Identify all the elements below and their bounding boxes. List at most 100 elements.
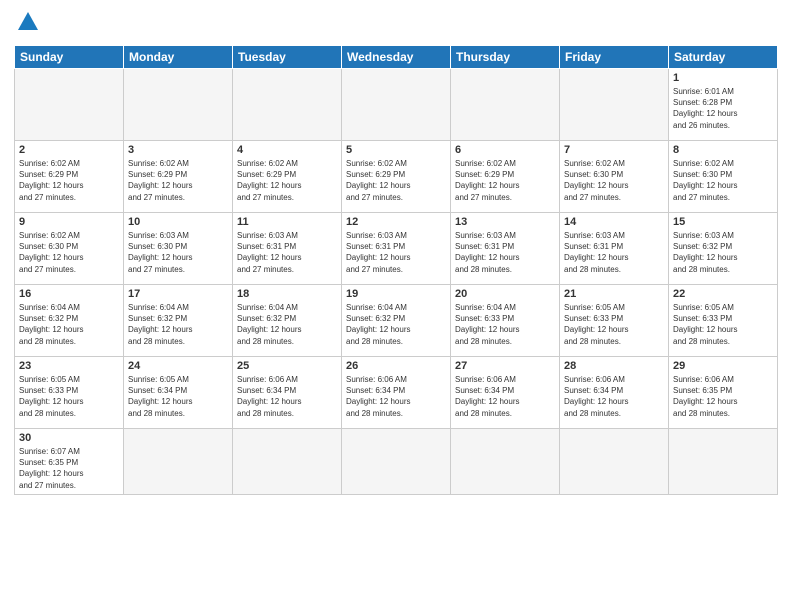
day-info: Sunrise: 6:05 AM Sunset: 6:33 PM Dayligh… <box>673 302 773 347</box>
calendar-cell <box>124 69 233 141</box>
col-header-friday: Friday <box>560 46 669 69</box>
day-info: Sunrise: 6:02 AM Sunset: 6:30 PM Dayligh… <box>564 158 664 203</box>
calendar-cell <box>560 69 669 141</box>
day-number: 8 <box>673 144 773 156</box>
day-info: Sunrise: 6:03 AM Sunset: 6:31 PM Dayligh… <box>564 230 664 275</box>
day-number: 18 <box>237 288 337 300</box>
day-number: 15 <box>673 216 773 228</box>
day-info: Sunrise: 6:04 AM Sunset: 6:32 PM Dayligh… <box>237 302 337 347</box>
day-info: Sunrise: 6:01 AM Sunset: 6:28 PM Dayligh… <box>673 86 773 131</box>
day-number: 24 <box>128 360 228 372</box>
day-info: Sunrise: 6:03 AM Sunset: 6:31 PM Dayligh… <box>346 230 446 275</box>
day-number: 25 <box>237 360 337 372</box>
day-info: Sunrise: 6:02 AM Sunset: 6:29 PM Dayligh… <box>128 158 228 203</box>
day-info: Sunrise: 6:02 AM Sunset: 6:29 PM Dayligh… <box>237 158 337 203</box>
calendar-cell <box>15 69 124 141</box>
day-info: Sunrise: 6:06 AM Sunset: 6:34 PM Dayligh… <box>564 374 664 419</box>
calendar-cell: 8Sunrise: 6:02 AM Sunset: 6:30 PM Daylig… <box>669 141 778 213</box>
calendar-cell: 13 Sunrise: 6:03 AM Sunset: 6:31 PM Dayli… <box>451 213 560 285</box>
calendar-cell <box>560 429 669 495</box>
calendar-cell <box>669 429 778 495</box>
day-number: 6 <box>455 144 555 156</box>
day-info: Sunrise: 6:04 AM Sunset: 6:33 PM Dayligh… <box>455 302 555 347</box>
calendar-cell: 11 Sunrise: 6:03 AM Sunset: 6:31 PM Dayli… <box>233 213 342 285</box>
calendar-week-row: 2 Sunrise: 6:02 AM Sunset: 6:29 PM Daylig… <box>15 141 778 213</box>
calendar-cell: 24Sunrise: 6:05 AM Sunset: 6:34 PM Dayli… <box>124 357 233 429</box>
calendar-week-row: 30 Sunrise: 6:07 AM Sunset: 6:35 PM Dayli… <box>15 429 778 495</box>
calendar-cell: 15Sunrise: 6:03 AM Sunset: 6:32 PM Dayli… <box>669 213 778 285</box>
calendar-cell: 20 Sunrise: 6:04 AM Sunset: 6:33 PM Dayli… <box>451 285 560 357</box>
calendar-cell: 21 Sunrise: 6:05 AM Sunset: 6:33 PM Dayli… <box>560 285 669 357</box>
day-info: Sunrise: 6:02 AM Sunset: 6:29 PM Dayligh… <box>346 158 446 203</box>
calendar-cell: 28 Sunrise: 6:06 AM Sunset: 6:34 PM Dayli… <box>560 357 669 429</box>
day-number: 3 <box>128 144 228 156</box>
calendar-week-row: 23 Sunrise: 6:05 AM Sunset: 6:33 PM Dayli… <box>15 357 778 429</box>
day-info: Sunrise: 6:06 AM Sunset: 6:34 PM Dayligh… <box>455 374 555 419</box>
day-number: 11 <box>237 216 337 228</box>
day-info: Sunrise: 6:04 AM Sunset: 6:32 PM Dayligh… <box>128 302 228 347</box>
day-number: 23 <box>19 360 119 372</box>
header <box>14 10 778 39</box>
day-number: 20 <box>455 288 555 300</box>
calendar-cell: 18 Sunrise: 6:04 AM Sunset: 6:32 PM Dayli… <box>233 285 342 357</box>
day-number: 17 <box>128 288 228 300</box>
calendar-cell: 2 Sunrise: 6:02 AM Sunset: 6:29 PM Daylig… <box>15 141 124 213</box>
calendar-cell: 3 Sunrise: 6:02 AM Sunset: 6:29 PM Daylig… <box>124 141 233 213</box>
calendar-header-row: SundayMondayTuesdayWednesdayThursdayFrid… <box>15 46 778 69</box>
calendar-cell: 22 Sunrise: 6:05 AM Sunset: 6:33 PM Dayli… <box>669 285 778 357</box>
calendar-cell: 19 Sunrise: 6:04 AM Sunset: 6:32 PM Dayli… <box>342 285 451 357</box>
calendar-cell: 27 Sunrise: 6:06 AM Sunset: 6:34 PM Dayli… <box>451 357 560 429</box>
day-number: 1 <box>673 72 773 84</box>
calendar-cell: 23 Sunrise: 6:05 AM Sunset: 6:33 PM Dayli… <box>15 357 124 429</box>
calendar-cell: 5 Sunrise: 6:02 AM Sunset: 6:29 PM Daylig… <box>342 141 451 213</box>
calendar-cell: 12 Sunrise: 6:03 AM Sunset: 6:31 PM Dayli… <box>342 213 451 285</box>
day-info: Sunrise: 6:02 AM Sunset: 6:30 PM Dayligh… <box>19 230 119 275</box>
day-info: Sunrise: 6:04 AM Sunset: 6:32 PM Dayligh… <box>346 302 446 347</box>
day-info: Sunrise: 6:03 AM Sunset: 6:31 PM Dayligh… <box>455 230 555 275</box>
day-number: 13 <box>455 216 555 228</box>
col-header-saturday: Saturday <box>669 46 778 69</box>
day-number: 2 <box>19 144 119 156</box>
calendar-page: SundayMondayTuesdayWednesdayThursdayFrid… <box>0 0 792 612</box>
calendar-cell: 14 Sunrise: 6:03 AM Sunset: 6:31 PM Dayli… <box>560 213 669 285</box>
day-info: Sunrise: 6:02 AM Sunset: 6:29 PM Dayligh… <box>19 158 119 203</box>
day-info: Sunrise: 6:05 AM Sunset: 6:33 PM Dayligh… <box>564 302 664 347</box>
logo-chevron-icon <box>17 10 39 37</box>
calendar-cell: 10Sunrise: 6:03 AM Sunset: 6:30 PM Dayli… <box>124 213 233 285</box>
calendar-cell <box>451 69 560 141</box>
calendar-cell: 25Sunrise: 6:06 AM Sunset: 6:34 PM Dayli… <box>233 357 342 429</box>
day-number: 16 <box>19 288 119 300</box>
calendar-week-row: 1 Sunrise: 6:01 AM Sunset: 6:28 PM Daylig… <box>15 69 778 141</box>
day-number: 19 <box>346 288 446 300</box>
calendar-cell: 29 Sunrise: 6:06 AM Sunset: 6:35 PM Dayli… <box>669 357 778 429</box>
day-number: 14 <box>564 216 664 228</box>
day-number: 28 <box>564 360 664 372</box>
calendar-cell: 30 Sunrise: 6:07 AM Sunset: 6:35 PM Dayli… <box>15 429 124 495</box>
calendar-cell: 26Sunrise: 6:06 AM Sunset: 6:34 PM Dayli… <box>342 357 451 429</box>
day-number: 4 <box>237 144 337 156</box>
calendar-cell <box>451 429 560 495</box>
day-info: Sunrise: 6:07 AM Sunset: 6:35 PM Dayligh… <box>19 446 119 491</box>
calendar-cell: 6 Sunrise: 6:02 AM Sunset: 6:29 PM Daylig… <box>451 141 560 213</box>
day-number: 29 <box>673 360 773 372</box>
day-number: 9 <box>19 216 119 228</box>
calendar-cell: 1 Sunrise: 6:01 AM Sunset: 6:28 PM Daylig… <box>669 69 778 141</box>
day-info: Sunrise: 6:02 AM Sunset: 6:29 PM Dayligh… <box>455 158 555 203</box>
calendar-cell: 16 Sunrise: 6:04 AM Sunset: 6:32 PM Dayli… <box>15 285 124 357</box>
col-header-tuesday: Tuesday <box>233 46 342 69</box>
day-number: 12 <box>346 216 446 228</box>
day-info: Sunrise: 6:06 AM Sunset: 6:35 PM Dayligh… <box>673 374 773 419</box>
day-info: Sunrise: 6:05 AM Sunset: 6:33 PM Dayligh… <box>19 374 119 419</box>
calendar-cell <box>342 69 451 141</box>
day-number: 27 <box>455 360 555 372</box>
day-number: 21 <box>564 288 664 300</box>
day-number: 7 <box>564 144 664 156</box>
day-number: 30 <box>19 432 119 444</box>
calendar-week-row: 16 Sunrise: 6:04 AM Sunset: 6:32 PM Dayli… <box>15 285 778 357</box>
day-info: Sunrise: 6:03 AM Sunset: 6:31 PM Dayligh… <box>237 230 337 275</box>
day-number: 5 <box>346 144 446 156</box>
calendar-week-row: 9 Sunrise: 6:02 AM Sunset: 6:30 PM Daylig… <box>15 213 778 285</box>
day-info: Sunrise: 6:03 AM Sunset: 6:30 PM Dayligh… <box>128 230 228 275</box>
day-number: 22 <box>673 288 773 300</box>
day-info: Sunrise: 6:04 AM Sunset: 6:32 PM Dayligh… <box>19 302 119 347</box>
